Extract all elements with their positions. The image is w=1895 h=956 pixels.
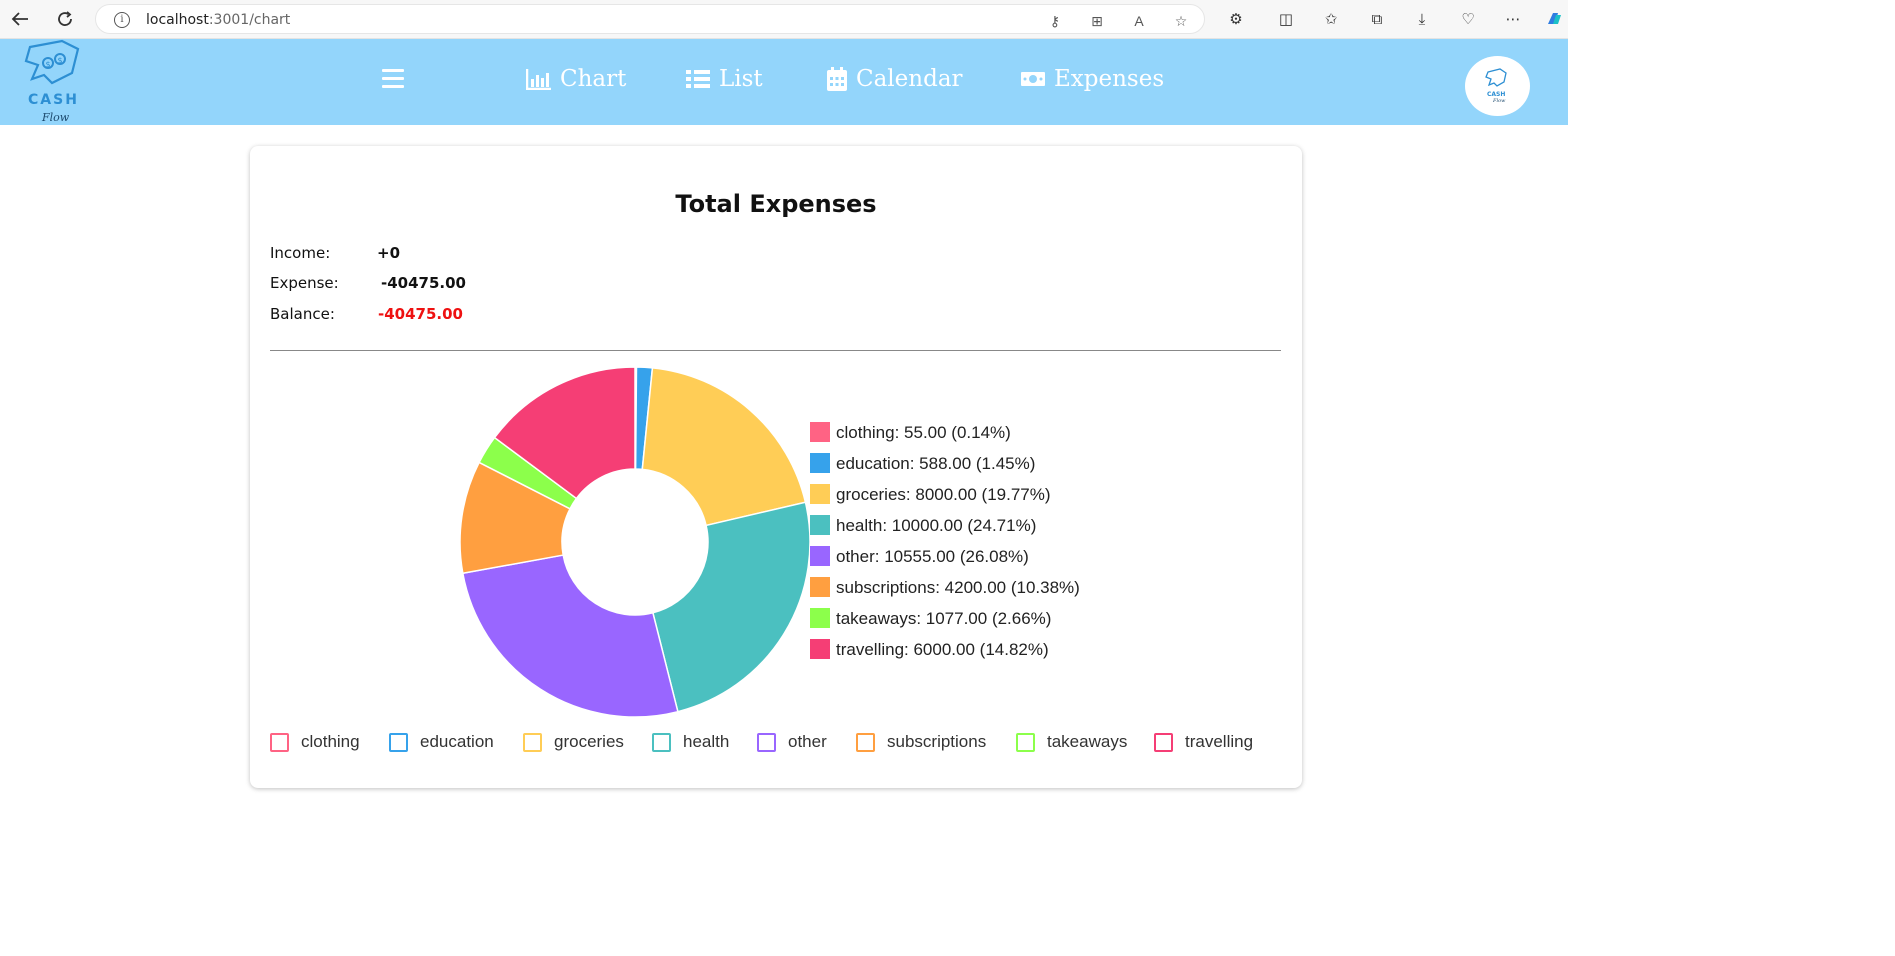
legend-item-clothing[interactable]: clothing (270, 732, 360, 752)
slice-other[interactable] (461, 554, 679, 718)
legend-swatch (389, 732, 408, 752)
slice-label-text: education: 588.00 (1.45%) (836, 454, 1035, 473)
nav-expenses-label: Expenses (1054, 66, 1165, 92)
logo-text: CASH (28, 92, 79, 108)
user-avatar[interactable]: CASH Flow (1465, 56, 1530, 116)
calendar-icon (827, 67, 847, 91)
app-header: $ $ CASH Flow Chart List Calendar Expens… (0, 39, 1568, 125)
legend-swatch (652, 732, 671, 752)
slice-label-swatch (810, 484, 830, 504)
collections-icon[interactable]: ⧉ (1366, 8, 1388, 30)
legend-item-travelling[interactable]: travelling (1154, 732, 1253, 752)
browser-essentials-icon[interactable]: ♡ (1457, 8, 1479, 30)
slice-label-text: clothing: 55.00 (0.14%) (836, 423, 1011, 442)
legend-label: takeaways (1047, 732, 1128, 751)
legend-item-health[interactable]: health (652, 732, 729, 752)
downloads-icon[interactable]: ⤓ (1411, 8, 1433, 30)
expenses-donut-chart[interactable]: clothing: 55.00 (0.14%) education: 588.00… (250, 146, 1302, 788)
favorite-star-icon[interactable]: ☆ (1172, 12, 1190, 30)
refresh-icon[interactable] (51, 6, 79, 32)
legend-label: education (420, 732, 494, 751)
address-bar[interactable]: i localhost:3001/chart ⚷ ⊞ A ☆ (95, 4, 1205, 34)
slice-health[interactable] (651, 501, 811, 713)
slice-label-text: takeaways: 1077.00 (2.66%) (836, 609, 1051, 628)
extensions-icon[interactable]: ⚙ (1225, 8, 1247, 30)
legend-swatch (1154, 732, 1173, 752)
svg-text:Flow: Flow (1492, 98, 1506, 104)
slice-labels: clothing: 55.00 (0.14%) education: 588.00… (810, 422, 1080, 659)
menu-hamburger-icon[interactable] (382, 69, 404, 89)
expenses-card: Total Expenses Income: +0 Expense: -4047… (250, 146, 1302, 788)
slice-label-swatch (810, 422, 830, 442)
more-options-icon[interactable]: ⋯ (1502, 8, 1524, 30)
bar-chart-icon (526, 69, 551, 90)
back-icon[interactable] (6, 6, 34, 32)
read-aloud-icon[interactable]: A (1130, 12, 1148, 30)
logo-subtext: Flow (42, 111, 70, 124)
svg-text:$: $ (58, 56, 63, 65)
slice-label-text: health: 10000.00 (24.71%) (836, 516, 1036, 535)
legend-label: other (788, 732, 827, 751)
copilot-icon[interactable] (1543, 8, 1565, 30)
slice-label-text: subscriptions: 4200.00 (10.38%) (836, 578, 1080, 597)
nav-calendar-label: Calendar (856, 66, 963, 92)
slice-label-swatch (810, 577, 830, 597)
nav-list[interactable]: List (685, 63, 763, 95)
slice-label-text: other: 10555.00 (26.08%) (836, 547, 1029, 566)
legend-item-takeaways[interactable]: takeaways (1016, 732, 1127, 752)
legend-item-education[interactable]: education (389, 732, 494, 752)
split-screen-icon[interactable]: ◫ (1275, 8, 1297, 30)
list-icon (686, 70, 710, 88)
slice-label-swatch (810, 546, 830, 566)
legend-label: health (683, 732, 730, 751)
legend-swatch (270, 732, 289, 752)
nav-expenses[interactable]: Expenses (1020, 63, 1164, 95)
browser-toolbar: i localhost:3001/chart ⚷ ⊞ A ☆ ⚙ ◫ ✩ ⧉ ⤓… (0, 0, 1568, 39)
legend-label: travelling (1185, 732, 1254, 751)
money-icon (1021, 72, 1045, 86)
legend-label: clothing (301, 732, 360, 751)
legend-item-subscriptions[interactable]: subscriptions (856, 732, 986, 752)
favorites-icon[interactable]: ✩ (1320, 8, 1342, 30)
legend-swatch (856, 732, 875, 752)
legend-label: subscriptions (887, 732, 987, 751)
nav-calendar[interactable]: Calendar (826, 63, 963, 95)
apps-icon[interactable]: ⊞ (1088, 12, 1106, 30)
slice-label-text: travelling: 6000.00 (14.82%) (836, 640, 1049, 659)
legend-item-groceries[interactable]: groceries (523, 732, 624, 752)
nav-chart-label: Chart (560, 66, 627, 92)
legend-item-other[interactable]: other (757, 732, 827, 752)
url-text[interactable]: localhost:3001/chart (146, 12, 290, 28)
nav-list-label: List (719, 66, 763, 92)
legend-swatch (1016, 732, 1035, 752)
site-info-icon[interactable]: i (114, 12, 130, 28)
slice-label-swatch (810, 515, 830, 535)
slice-label-swatch (810, 608, 830, 628)
slice-label-swatch (810, 639, 830, 659)
svg-text:$: $ (46, 60, 51, 69)
nav-chart[interactable]: Chart (526, 63, 626, 95)
slice-label-text: groceries: 8000.00 (19.77%) (836, 485, 1051, 504)
legend-label: groceries (554, 732, 624, 751)
slice-label-swatch (810, 453, 830, 473)
key-icon[interactable]: ⚷ (1046, 12, 1064, 30)
svg-text:CASH: CASH (1487, 91, 1505, 98)
legend-swatch (757, 732, 776, 752)
legend-swatch (523, 732, 542, 752)
slice-groceries[interactable] (641, 367, 807, 527)
